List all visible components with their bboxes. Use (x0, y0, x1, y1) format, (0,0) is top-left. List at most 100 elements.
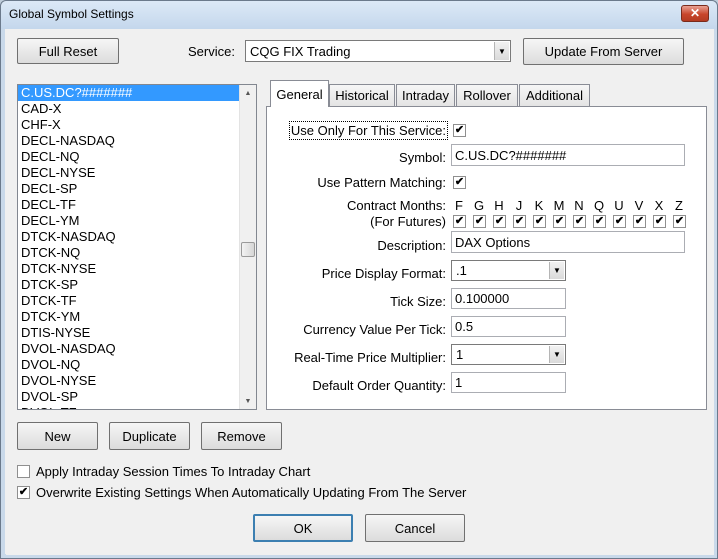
tab-historical[interactable]: Historical (329, 84, 395, 106)
list-item[interactable]: DECL-YM (18, 213, 256, 229)
month-checkbox[interactable]: ✔ (473, 215, 486, 228)
description-field[interactable]: DAX Options (451, 231, 685, 253)
scroll-down-icon[interactable]: ▼ (240, 393, 256, 409)
use-only-checkbox[interactable]: ✔ (453, 124, 466, 137)
list-item[interactable]: DVOL-NQ (18, 357, 256, 373)
list-item[interactable]: DTCK-NQ (18, 245, 256, 261)
month-checkbox[interactable]: ✔ (633, 215, 646, 228)
list-item[interactable]: DVOL-TF (18, 405, 256, 409)
scrollbar-thumb[interactable] (241, 242, 255, 257)
check-icon: ✔ (574, 215, 585, 227)
service-select[interactable]: CQG FIX Trading ▼ (245, 40, 511, 62)
month-checkbox[interactable]: ✔ (673, 215, 686, 228)
price-multiplier-select[interactable]: 1 ▼ (451, 344, 566, 365)
month-letter: N (574, 198, 584, 213)
month-letter: F (455, 198, 463, 213)
month-letter: H (494, 198, 504, 213)
pattern-matching-checkbox[interactable]: ✔ (453, 176, 466, 189)
chevron-down-icon[interactable]: ▼ (549, 262, 564, 279)
month-checkbox[interactable]: ✔ (593, 215, 606, 228)
title-bar[interactable]: Global Symbol Settings ✕ (1, 1, 717, 29)
use-only-label: Use Only For This Service: (288, 121, 449, 140)
symbol-field[interactable]: C.US.DC?####### (451, 144, 685, 166)
month-checkbox[interactable]: ✔ (613, 215, 626, 228)
list-item[interactable]: DECL-NYSE (18, 165, 256, 181)
check-icon: ✔ (674, 215, 685, 227)
list-item[interactable]: CAD-X (18, 101, 256, 117)
pattern-matching-label: Use Pattern Matching: (317, 175, 446, 190)
list-item[interactable]: DTCK-NYSE (18, 261, 256, 277)
month-checkbox[interactable]: ✔ (493, 215, 506, 228)
month-letter: V (634, 198, 644, 213)
symbol-label: Symbol: (399, 150, 446, 165)
scroll-up-icon[interactable]: ▲ (240, 85, 256, 101)
tick-size-label: Tick Size: (390, 294, 446, 309)
price-display-format-select[interactable]: .1 ▼ (451, 260, 566, 281)
check-icon: ✔ (594, 215, 605, 227)
cancel-button[interactable]: Cancel (365, 514, 465, 542)
remove-button[interactable]: Remove (201, 422, 282, 450)
check-icon: ✔ (494, 215, 505, 227)
list-item[interactable]: DVOL-NASDAQ (18, 341, 256, 357)
new-button[interactable]: New (17, 422, 98, 450)
month-letter: X (654, 198, 664, 213)
list-item[interactable]: DTCK-TF (18, 293, 256, 309)
service-label: Service: (188, 44, 235, 59)
close-icon[interactable]: ✕ (681, 5, 709, 22)
default-order-quantity-field[interactable]: 1 (451, 372, 566, 393)
check-icon: ✔ (554, 215, 565, 227)
list-item[interactable]: DVOL-NYSE (18, 373, 256, 389)
symbol-list-items: C.US.DC?####### CAD-X CHF-X DECL-NASDAQ DECL… (18, 85, 256, 409)
tab-additional[interactable]: Additional (519, 84, 590, 106)
scrollbar[interactable]: ▲ ▼ (239, 85, 256, 409)
month-checkbox[interactable]: ✔ (453, 215, 466, 228)
contract-months-label: Contract Months: (347, 198, 446, 213)
tab-general[interactable]: General (270, 80, 329, 107)
month-checkbox[interactable]: ✔ (513, 215, 526, 228)
month-checkbox[interactable]: ✔ (573, 215, 586, 228)
chevron-down-icon[interactable]: ▼ (549, 346, 564, 363)
list-item[interactable]: CHF-X (18, 117, 256, 133)
list-item[interactable]: DTCK-NASDAQ (18, 229, 256, 245)
tab-rollover[interactable]: Rollover (456, 84, 518, 106)
price-multiplier-label: Real-Time Price Multiplier: (294, 350, 446, 365)
update-from-server-button[interactable]: Update From Server (523, 38, 684, 65)
check-icon: ✔ (454, 215, 465, 227)
ok-button[interactable]: OK (253, 514, 353, 542)
month-letter: Q (593, 198, 605, 213)
check-icon: ✔ (454, 124, 465, 136)
list-item[interactable]: DVOL-SP (18, 389, 256, 405)
chevron-down-icon[interactable]: ▼ (494, 42, 509, 60)
price-display-format-value: .1 (456, 263, 467, 278)
tab-intraday[interactable]: Intraday (396, 84, 455, 106)
overwrite-settings-checkbox[interactable]: ✔ (17, 486, 30, 499)
list-item[interactable]: DTCK-YM (18, 309, 256, 325)
list-item[interactable]: DECL-SP (18, 181, 256, 197)
list-item[interactable]: C.US.DC?####### (18, 85, 256, 101)
tick-size-field[interactable]: 0.100000 (451, 288, 566, 309)
list-item[interactable]: DECL-NASDAQ (18, 133, 256, 149)
list-item[interactable]: DECL-TF (18, 197, 256, 213)
list-item[interactable]: DTIS-NYSE (18, 325, 256, 341)
month-checkbox[interactable]: ✔ (553, 215, 566, 228)
duplicate-button[interactable]: Duplicate (109, 422, 190, 450)
for-futures-label: (For Futures) (370, 214, 446, 229)
month-checkbox[interactable]: ✔ (533, 215, 546, 228)
symbol-list[interactable]: C.US.DC?####### CAD-X CHF-X DECL-NASDAQ DECL… (17, 84, 257, 410)
list-item[interactable]: DTCK-SP (18, 277, 256, 293)
window-title: Global Symbol Settings (9, 7, 134, 21)
list-item[interactable]: DECL-NQ (18, 149, 256, 165)
general-tab-panel: Use Only For This Service: ✔ Symbol: C.U… (266, 106, 707, 410)
apply-intraday-checkbox[interactable] (17, 465, 30, 478)
overwrite-settings-label: Overwrite Existing Settings When Automat… (36, 485, 467, 500)
month-letter: M (553, 198, 565, 213)
check-icon: ✔ (654, 215, 665, 227)
check-icon: ✔ (454, 176, 465, 188)
full-reset-button[interactable]: Full Reset (17, 38, 119, 64)
check-icon: ✔ (534, 215, 545, 227)
price-display-format-label: Price Display Format: (321, 266, 446, 281)
month-checkbox[interactable]: ✔ (653, 215, 666, 228)
check-icon: ✔ (514, 215, 525, 227)
currency-value-field[interactable]: 0.5 (451, 316, 566, 337)
check-icon: ✔ (18, 486, 29, 498)
